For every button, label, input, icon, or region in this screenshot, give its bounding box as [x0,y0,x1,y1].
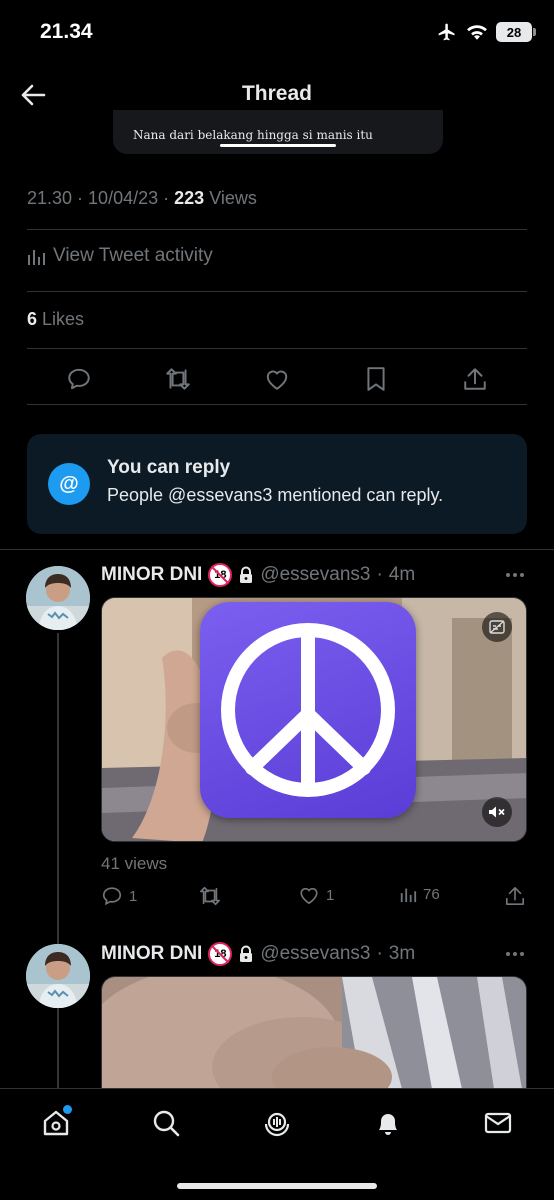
tweet-action-bar [27,356,527,402]
spaces-icon [264,1112,290,1137]
mute-button[interactable] [482,797,512,827]
retweet-icon [166,368,190,390]
analytics-icon [400,888,417,903]
video-views: 41 views [101,854,168,873]
lock-icon [240,945,253,962]
tweet-header: MINOR DNI 18 @essevans3 · 4m [101,563,416,587]
reply-icon [102,887,122,906]
adults-only-icon: 18 [208,942,233,966]
home-indicator [177,1183,377,1189]
tweet-date: 10/04/23 [88,188,159,208]
tweet-time: 21.30 [27,188,73,208]
thread-connector-line [57,633,59,1088]
like-button[interactable]: 1 [298,885,334,905]
author-handle[interactable]: @essevans3 [260,564,370,586]
peace-sign-icon [200,602,416,818]
reply-button[interactable]: 1 [101,885,137,907]
tweet-age: 4m [388,564,416,585]
share-icon [464,368,486,390]
like-count: 1 [326,886,335,904]
tweet-actions: 1 1 76 [101,885,527,915]
more-options-icon[interactable] [506,573,524,577]
more-options-icon[interactable] [506,952,524,956]
tab-messages[interactable] [478,1103,518,1143]
bookmark-button[interactable] [361,364,391,394]
views-button[interactable]: 76 [399,885,440,903]
divider [27,291,527,292]
lock-icon [240,566,253,583]
reply-text: People @essevans3 mentioned can reply. [107,485,444,505]
avatar[interactable] [26,566,90,630]
status-bar: 21.34 28 [0,0,554,66]
likes-count: 6 [27,309,38,329]
likes-label: Likes [42,309,85,329]
notifications-icon [379,1114,397,1135]
heart-icon [300,887,318,905]
reply-icon [68,368,90,390]
divider [27,229,527,230]
reply-count: 1 [129,887,138,905]
retweet-button[interactable] [198,885,222,907]
video-media[interactable] [101,597,527,842]
tweet-meta: 21.30 · 10/04/23 · 223 Views [27,188,257,208]
page-title: Thread [241,82,312,105]
video-media[interactable] [101,976,527,1088]
reply-title: You can reply [107,457,231,478]
status-time: 21.34 [40,20,93,43]
heart-icon [266,370,288,390]
retweet-button[interactable] [163,364,193,394]
tab-spaces[interactable] [257,1103,297,1143]
views-count: 223 [174,188,205,208]
tweet-header: MINOR DNI 18 @essevans3 · 3m [101,942,416,966]
reply-button[interactable] [64,364,94,394]
wifi-icon [467,25,487,40]
caption-underline [220,144,336,147]
activity-label: View Tweet activity [53,245,213,266]
battery-indicator: 28 [496,22,536,42]
tweet-age: 3m [388,943,416,964]
avatar-image [26,944,90,1008]
avatar-image [26,566,90,630]
divider [0,549,554,550]
caption-card: Nana dari belakang hingga si manis itu [113,110,443,154]
author-name[interactable]: MINOR DNI [101,943,202,965]
video-thumbnail [102,977,526,1088]
reply-permission-card: @ You can reply People @essevans3 mentio… [27,434,527,534]
adults-only-icon: 18 [208,563,233,587]
view-tweet-activity-link[interactable]: View Tweet activity [27,245,213,267]
bookmark-icon [367,367,385,391]
view-count: 76 [423,885,440,903]
share-button[interactable] [505,885,525,907]
search-icon [153,1110,180,1137]
captions-button[interactable] [482,612,512,642]
speaker-muted-icon [489,806,505,818]
status-icons: 28 [436,22,536,42]
captions-icon [489,620,505,634]
caption-text: Nana dari belakang hingga si manis itu [133,128,373,142]
divider [27,348,527,349]
tab-home[interactable] [36,1103,76,1143]
analytics-icon [28,250,45,265]
airplane-mode-icon [438,23,455,41]
share-icon [506,887,524,906]
author-handle[interactable]: @essevans3 [260,943,370,965]
views-label: Views [209,188,257,208]
likes-summary[interactable]: 6 Likes [27,309,84,330]
avatar[interactable] [26,944,90,1008]
author-name[interactable]: MINOR DNI [101,564,202,586]
messages-icon [484,1112,512,1134]
tab-notifications[interactable] [368,1103,408,1143]
notification-dot [63,1105,72,1114]
share-button[interactable] [460,364,490,394]
mention-icon: @ [48,463,90,505]
like-button[interactable] [262,364,292,394]
tab-search[interactable] [146,1103,186,1143]
divider [27,404,527,405]
retweet-icon [200,886,220,906]
